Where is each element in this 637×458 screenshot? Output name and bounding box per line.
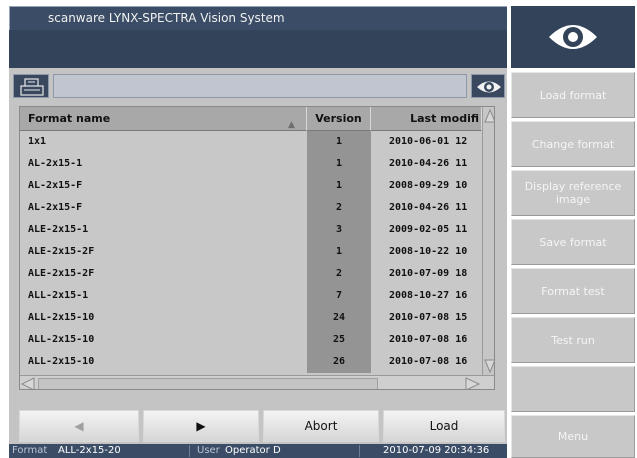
last-modified-cell: 2008-10-22 10 xyxy=(371,241,482,263)
last-modified-cell: 2008-09-29 10 xyxy=(371,175,482,197)
scroll-up-arrow-icon[interactable] xyxy=(483,107,495,125)
empty-menu-slot xyxy=(511,366,635,412)
status-format-label: Format xyxy=(12,445,48,456)
last-modified-cell: 2010-04-26 11 xyxy=(371,197,482,219)
app-window: scanware LYNX-SPECTRA Vision System Form… xyxy=(0,0,637,458)
format-name-cell: ALE-2x15-1 xyxy=(20,219,307,241)
status-user-value: Operator D xyxy=(225,445,281,456)
scroll-left-arrow-icon[interactable] xyxy=(20,377,36,390)
version-cell: 3 xyxy=(307,219,371,241)
table-header: Format name ▲ Version Last modifi xyxy=(20,107,482,131)
table-row[interactable]: ALE-2x15-2F 2 2010-07-09 18 xyxy=(20,263,482,285)
load-button[interactable]: Load xyxy=(383,410,505,442)
table-row[interactable]: ALE-2x15-2F 1 2008-10-22 10 xyxy=(20,241,482,263)
format-name-cell: ALE-2x15-2F xyxy=(20,241,307,263)
status-divider xyxy=(189,445,190,457)
scroll-down-arrow-icon[interactable] xyxy=(483,357,495,375)
view-button[interactable] xyxy=(471,74,505,98)
version-cell: 25 xyxy=(307,329,371,351)
format-name-cell: AL-2x15-F xyxy=(20,197,307,219)
format-name-cell: AL-2x15-1 xyxy=(20,153,307,175)
column-header-label: Format name xyxy=(28,112,111,125)
version-cell: 1 xyxy=(307,131,371,153)
version-cell: 2 xyxy=(307,263,371,285)
table-row[interactable]: ALL-2x15-10 24 2010-07-08 15 xyxy=(20,307,482,329)
sort-ascending-icon: ▲ xyxy=(288,120,295,130)
display-reference-image-button[interactable]: Display reference image xyxy=(511,170,635,216)
last-modified-cell: 2008-10-27 16 xyxy=(371,285,482,307)
format-name-cell: ALL-2x15-10 xyxy=(20,307,307,329)
scroll-right-arrow-icon[interactable] xyxy=(464,377,482,390)
last-modified-cell: 2010-07-08 15 xyxy=(371,307,482,329)
status-datetime: 2010-07-09 20:34:36 xyxy=(383,445,490,456)
next-button[interactable]: ▶ xyxy=(143,410,259,442)
table-row[interactable]: ALE-2x15-1 3 2009-02-05 11 xyxy=(20,219,482,241)
table-row[interactable]: ALL-2x15-10 26 2010-07-08 16 xyxy=(20,351,482,373)
change-format-button[interactable]: Change format xyxy=(511,121,635,167)
horizontal-scrollbar[interactable] xyxy=(20,375,494,390)
table-row[interactable]: ALL-2x15-1 7 2008-10-27 16 xyxy=(20,285,482,307)
test-run-button[interactable]: Test run xyxy=(511,317,635,363)
side-menu: Load format Change format Display refere… xyxy=(509,0,637,458)
status-divider xyxy=(359,445,360,457)
triangle-right-icon: ▶ xyxy=(196,419,206,433)
previous-button[interactable]: ◀ xyxy=(19,410,139,442)
status-format-value: ALL-2x15-20 xyxy=(58,445,121,456)
version-cell: 26 xyxy=(307,351,371,373)
main-panel: Format name ▲ Version Last modifi 1x1 1 … xyxy=(9,68,507,444)
table-row[interactable]: 1x1 1 2010-06-01 12 xyxy=(20,131,482,153)
version-cell: 24 xyxy=(307,307,371,329)
menu-button[interactable]: Menu xyxy=(511,415,635,458)
column-header-last-modified[interactable]: Last modifi xyxy=(371,107,482,131)
format-name-cell: ALE-2x15-2F xyxy=(20,263,307,285)
status-bar: Format ALL-2x15-20 User Operator D 2010-… xyxy=(9,444,507,458)
vertical-scrollbar[interactable] xyxy=(482,107,495,375)
version-cell: 1 xyxy=(307,175,371,197)
last-modified-cell: 2010-04-26 11 xyxy=(371,153,482,175)
table-row[interactable]: ALL-2x15-10 25 2010-07-08 16 xyxy=(20,329,482,351)
header-band xyxy=(9,30,507,68)
table-row[interactable]: AL-2x15-F 1 2008-09-29 10 xyxy=(20,175,482,197)
triangle-left-icon: ◀ xyxy=(74,419,84,433)
column-header-format-name[interactable]: Format name ▲ xyxy=(20,107,307,131)
printer-icon xyxy=(20,78,44,96)
print-button[interactable] xyxy=(13,74,49,98)
navigation-bar: ◀ ▶ Abort Load xyxy=(19,410,505,442)
format-name-cell: ALL-2x15-1 xyxy=(20,285,307,307)
eye-logo-icon xyxy=(549,25,597,49)
version-cell: 7 xyxy=(307,285,371,307)
format-test-button[interactable]: Format test xyxy=(511,268,635,314)
version-cell: 1 xyxy=(307,153,371,175)
table-row[interactable]: AL-2x15-F 2 2010-04-26 11 xyxy=(20,197,482,219)
table-row[interactable]: AL-2x15-1 1 2010-04-26 11 xyxy=(20,153,482,175)
load-format-button[interactable]: Load format xyxy=(511,72,635,118)
format-name-cell: 1x1 xyxy=(20,131,307,153)
last-modified-cell: 2010-07-08 16 xyxy=(371,329,482,351)
table-body: 1x1 1 2010-06-01 12 AL-2x15-1 1 2010-04-… xyxy=(20,131,482,375)
status-user-label: User xyxy=(197,445,220,456)
version-cell: 1 xyxy=(307,241,371,263)
window-title: scanware LYNX-SPECTRA Vision System xyxy=(48,11,285,25)
last-modified-cell: 2009-02-05 11 xyxy=(371,219,482,241)
horizontal-scroll-thumb[interactable] xyxy=(38,378,378,389)
format-table: Format name ▲ Version Last modifi 1x1 1 … xyxy=(19,106,495,390)
save-format-button[interactable]: Save format xyxy=(511,219,635,265)
last-modified-cell: 2010-07-09 18 xyxy=(371,263,482,285)
format-name-cell: ALL-2x15-10 xyxy=(20,351,307,373)
column-header-version[interactable]: Version xyxy=(307,107,371,131)
format-name-cell: AL-2x15-F xyxy=(20,175,307,197)
title-bar: scanware LYNX-SPECTRA Vision System xyxy=(9,6,507,30)
eye-icon xyxy=(477,81,501,93)
format-name-cell: ALL-2x15-10 xyxy=(20,329,307,351)
abort-button[interactable]: Abort xyxy=(263,410,379,442)
toolbar xyxy=(11,70,505,100)
version-cell: 2 xyxy=(307,197,371,219)
message-field xyxy=(53,74,467,98)
logo xyxy=(511,6,635,68)
last-modified-cell: 2010-06-01 12 xyxy=(371,131,482,153)
last-modified-cell: 2010-07-08 16 xyxy=(371,351,482,373)
